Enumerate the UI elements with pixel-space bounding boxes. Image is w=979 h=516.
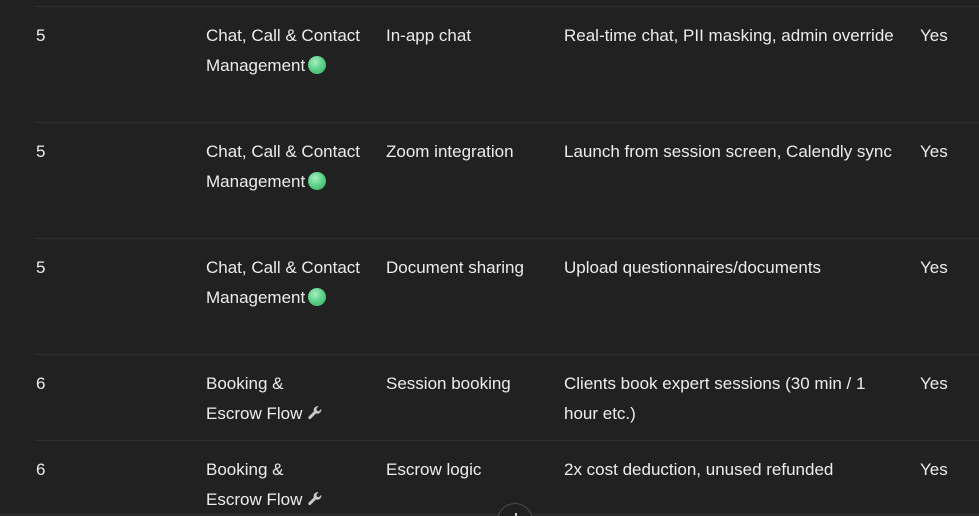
- description-cell: Upload questionnaires/documents: [564, 258, 822, 277]
- category-cell: Chat, Call & Contact Management: [206, 253, 366, 313]
- category-cell: Chat, Call & Contact Management: [206, 137, 366, 197]
- feature-cell: Session booking: [386, 374, 511, 393]
- wrench-icon: [308, 492, 322, 506]
- category-text: Booking & Escrow Flow: [206, 460, 303, 509]
- included-cell: Yes: [920, 258, 948, 277]
- table-row: 6 Booking & Escrow Flow Session booking …: [36, 355, 979, 441]
- table-row: 5 Chat, Call & Contact Management Zoom i…: [36, 123, 979, 239]
- included-cell: Yes: [920, 26, 948, 45]
- category-cell: Chat, Call & Contact Management: [206, 21, 366, 81]
- feature-cell: Document sharing: [386, 258, 524, 277]
- category-text: Chat, Call & Contact Management: [206, 142, 361, 191]
- features-table: 5 Chat, Call & Contact Management In-app…: [36, 6, 979, 516]
- phase-cell: 6: [36, 374, 46, 393]
- description-cell: 2x cost deduction, unused refunded: [564, 460, 834, 479]
- feature-cell: Zoom integration: [386, 142, 514, 161]
- green-circle-icon: [308, 56, 327, 74]
- included-cell: Yes: [920, 460, 948, 479]
- table-row: 5 Chat, Call & Contact Management In-app…: [36, 7, 979, 123]
- phase-cell: 5: [36, 26, 46, 45]
- included-cell: Yes: [920, 374, 948, 393]
- green-circle-icon: [308, 172, 327, 190]
- phase-cell: 5: [36, 258, 46, 277]
- category-text: Booking & Escrow Flow: [206, 374, 303, 423]
- phase-cell: 5: [36, 142, 46, 161]
- feature-cell: In-app chat: [386, 26, 472, 45]
- table-row: 5 Chat, Call & Contact Management Docume…: [36, 239, 979, 355]
- description-cell: Real-time chat, PII masking, admin overr…: [564, 26, 894, 45]
- category-text: Chat, Call & Contact Management: [206, 26, 361, 75]
- category-text: Chat, Call & Contact Management: [206, 258, 361, 307]
- wrench-icon: [308, 406, 322, 420]
- category-cell: Booking & Escrow Flow: [206, 455, 336, 515]
- category-cell: Booking & Escrow Flow: [206, 369, 336, 429]
- included-cell: Yes: [920, 142, 948, 161]
- green-circle-icon: [308, 288, 327, 306]
- description-cell: Launch from session screen, Calendly syn…: [564, 142, 892, 161]
- phase-cell: 6: [36, 460, 46, 479]
- description-cell: Clients book expert sessions (30 min / 1…: [564, 374, 866, 423]
- feature-cell: Escrow logic: [386, 460, 482, 479]
